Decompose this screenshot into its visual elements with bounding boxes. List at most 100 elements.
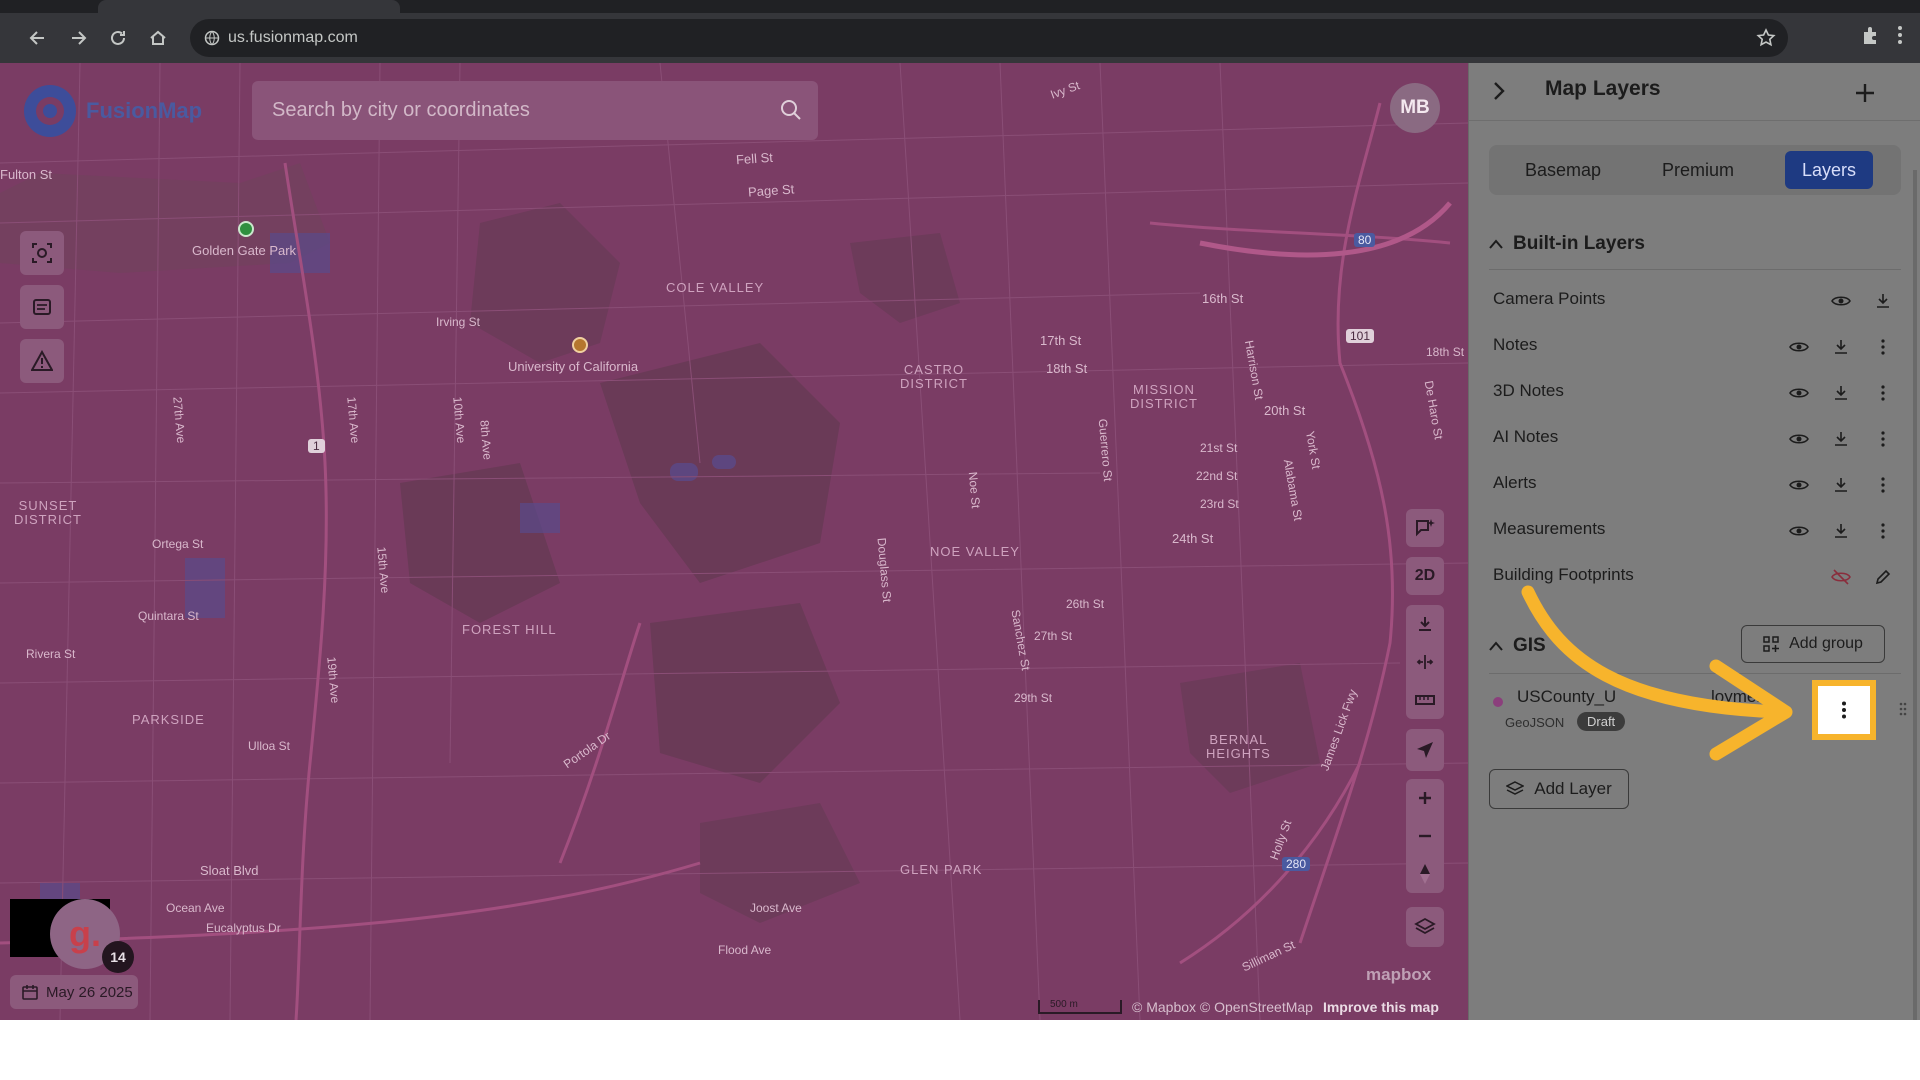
collapse-panel-icon[interactable]: [1491, 79, 1507, 108]
browser-tab[interactable]: [98, 0, 400, 13]
tab-basemap[interactable]: Basemap: [1495, 151, 1631, 189]
add-button[interactable]: [1845, 73, 1885, 113]
map-label: PARKSIDE: [132, 712, 205, 727]
extensions-icon[interactable]: [1860, 24, 1882, 51]
date-selector[interactable]: May 26 2025: [10, 975, 138, 1009]
more-options-icon[interactable]: [1871, 473, 1895, 497]
url-text[interactable]: us.fusionmap.com: [228, 19, 358, 57]
mapbox-logo[interactable]: mapbox: [1366, 965, 1431, 985]
bookmark-star-icon[interactable]: [1756, 28, 1776, 53]
site-info-icon[interactable]: [204, 30, 220, 51]
highway-shield: 80: [1354, 233, 1376, 247]
locate-button[interactable]: [1406, 732, 1444, 768]
layer-row: AI Notes: [1493, 419, 1905, 459]
date-label: May 26 2025: [46, 983, 133, 1001]
map-label: 21st St: [1200, 441, 1238, 455]
reload-icon[interactable]: [104, 24, 132, 52]
more-options-icon[interactable]: [1871, 381, 1895, 405]
download-icon[interactable]: [1829, 519, 1853, 543]
layer-row: Measurements: [1493, 511, 1905, 551]
download-icon[interactable]: [1829, 381, 1853, 405]
attribution-text[interactable]: © Mapbox © OpenStreetMap: [1132, 999, 1313, 1015]
ruler-icon: [1415, 695, 1435, 705]
grid-icon: [1763, 636, 1780, 652]
more-options-icon[interactable]: [1871, 519, 1895, 543]
eye-icon[interactable]: [1787, 427, 1811, 451]
eye-off-icon[interactable]: [1829, 565, 1853, 589]
improve-map-link[interactable]: Improve this map: [1323, 999, 1439, 1015]
view-mode-group: 2D: [1406, 557, 1444, 595]
zoom-in-button[interactable]: [1406, 780, 1444, 816]
compass-button[interactable]: [1406, 856, 1444, 892]
more-options-icon[interactable]: [1871, 335, 1895, 359]
layer-name: Notes: [1493, 335, 1538, 354]
eye-icon[interactable]: [1787, 381, 1811, 405]
zoom-group: [1406, 779, 1444, 893]
tab-premium[interactable]: Premium: [1631, 151, 1765, 189]
download-button[interactable]: [1406, 606, 1444, 642]
map-label: Flood Ave: [718, 943, 772, 957]
camera-capture-button[interactable]: [20, 231, 64, 275]
address-bar[interactable]: us.fusionmap.com: [190, 19, 1788, 57]
edit-icon[interactable]: [1871, 565, 1895, 589]
draft-badge: Draft: [1577, 712, 1626, 731]
eye-icon[interactable]: [1787, 519, 1811, 543]
notes-button[interactable]: [20, 285, 64, 329]
ruler-button[interactable]: [1406, 682, 1444, 718]
panel-scrollbar[interactable]: [1913, 170, 1917, 1020]
tab-strip: [0, 0, 1920, 13]
search-icon[interactable]: [780, 99, 802, 126]
camera-scan-icon: [32, 243, 52, 263]
map-label: SUNSET DISTRICT: [14, 498, 82, 527]
map-label: Ortega St: [152, 537, 204, 551]
app-logo[interactable]: FusionMap: [20, 81, 202, 141]
add-layer-button[interactable]: Add Layer: [1489, 769, 1629, 809]
highlighted-more-options-button[interactable]: [1812, 680, 1876, 740]
map-search: [252, 81, 818, 140]
drag-handle-icon[interactable]: [1891, 697, 1915, 721]
layers-button[interactable]: [1406, 909, 1444, 945]
browser-toolbar: us.fusionmap.com: [0, 13, 1920, 63]
map-canvas[interactable]: Ivy St Fell St Page St Fulton St Golden …: [0, 63, 1468, 1020]
highway-shield: 280: [1282, 857, 1311, 871]
download-icon[interactable]: [1829, 473, 1853, 497]
back-icon[interactable]: [24, 24, 52, 52]
home-icon[interactable]: [144, 24, 172, 52]
chevron-up-icon: [1489, 641, 1503, 651]
university-pin-icon[interactable]: [572, 337, 588, 353]
download-icon[interactable]: [1871, 289, 1895, 313]
zoom-out-button[interactable]: [1406, 818, 1444, 854]
tab-layers[interactable]: Layers: [1785, 151, 1873, 189]
add-group-label: Add group: [1789, 635, 1863, 652]
compare-button[interactable]: [1406, 644, 1444, 680]
gis-section[interactable]: GIS: [1489, 635, 1609, 657]
map-label: 20th St: [1264, 403, 1306, 418]
user-avatar[interactable]: MB: [1390, 83, 1440, 133]
compass-icon: [1420, 864, 1430, 884]
browser-menu-icon[interactable]: [1896, 24, 1904, 51]
download-icon[interactable]: [1829, 335, 1853, 359]
search-input[interactable]: [252, 81, 818, 140]
map-label: Eucalyptus Dr: [206, 921, 281, 935]
chevron-up-icon: [1489, 239, 1503, 249]
map-label: 23rd St: [1200, 497, 1239, 511]
map-label: 27th St: [1034, 629, 1073, 643]
view-mode-toggle[interactable]: 2D: [1406, 558, 1444, 594]
ai-sparkle-button[interactable]: [1406, 510, 1444, 546]
park-pin-icon[interactable]: [238, 221, 254, 237]
layers-icon: [1414, 917, 1436, 935]
add-group-button[interactable]: Add group: [1741, 625, 1885, 663]
map-label: 18th St: [1426, 345, 1465, 359]
download-icon[interactable]: [1829, 427, 1853, 451]
eye-icon[interactable]: [1829, 289, 1853, 313]
divider: [1489, 269, 1901, 270]
builtin-layers-section[interactable]: Built-in Layers: [1489, 233, 1901, 255]
eye-icon[interactable]: [1787, 335, 1811, 359]
forward-icon[interactable]: [64, 24, 92, 52]
layer-name: 3D Notes: [1493, 381, 1564, 400]
alerts-button[interactable]: [20, 339, 64, 383]
more-options-icon[interactable]: [1871, 427, 1895, 451]
eye-icon[interactable]: [1787, 473, 1811, 497]
section-title: GIS: [1513, 635, 1546, 656]
map-label: COLE VALLEY: [666, 280, 765, 295]
